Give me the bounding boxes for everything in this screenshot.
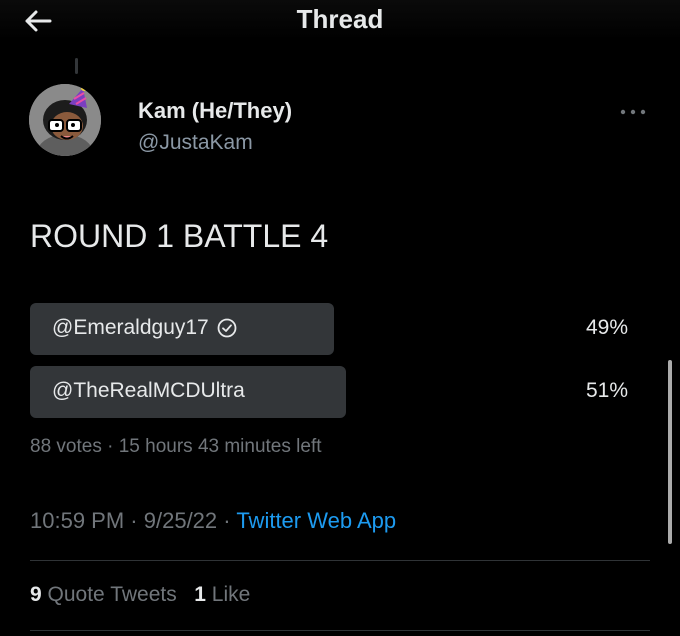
poll-option-label: @TheRealMCDUltra [52, 379, 245, 402]
author-handle[interactable]: @JustaKam [138, 131, 253, 155]
quote-tweets-count: 9 [30, 583, 42, 606]
page-title: Thread [296, 4, 384, 34]
tweet-source-link[interactable]: Twitter Web App [236, 508, 396, 533]
divider [30, 560, 650, 561]
tweet-text: ROUND 1 BATTLE 4 [30, 218, 329, 254]
tweet-date[interactable]: 9/25/22 [144, 508, 217, 533]
tweet-stats: 9 Quote Tweets 1 Like [30, 583, 250, 607]
author-display-name[interactable]: Kam (He/They) [138, 98, 292, 124]
top-bar: Thread [0, 0, 680, 40]
more-options-button[interactable] [616, 102, 650, 122]
separator: · [130, 508, 138, 533]
more-dots-icon [620, 109, 646, 115]
circle-check-icon [216, 317, 238, 339]
likes-stat[interactable]: 1 Like [194, 583, 250, 606]
quote-tweets-label: Quote Tweets [47, 583, 177, 606]
poll-vote-count: 88 votes [30, 436, 102, 457]
poll-option-label: @Emeraldguy17 [52, 316, 209, 339]
scrollbar-thumb[interactable] [668, 360, 672, 544]
likes-label: Like [211, 583, 251, 606]
poll-option-2[interactable]: @TheRealMCDUltra 51% [30, 366, 638, 418]
poll-option-percent: 51% [585, 379, 628, 402]
avatar[interactable] [29, 84, 101, 156]
poll-time-left: 15 hours 43 minutes left [118, 436, 322, 457]
quote-tweets-stat[interactable]: 9 Quote Tweets [30, 583, 183, 606]
avatar-image [29, 84, 101, 156]
tweet-timestamp: 10:59 PM · 9/25/22 · Twitter Web App [30, 508, 396, 534]
thread-connector-line [75, 58, 78, 74]
poll-meta: 88 votes · 15 hours 43 minutes left [30, 436, 322, 458]
separator: · [223, 508, 231, 533]
divider [30, 630, 650, 631]
separator: · [107, 436, 114, 457]
poll-option-1[interactable]: @Emeraldguy17 49% [30, 303, 638, 355]
likes-count: 1 [194, 583, 206, 606]
poll-option-percent: 49% [585, 316, 628, 339]
tweet-time[interactable]: 10:59 PM [30, 508, 124, 533]
